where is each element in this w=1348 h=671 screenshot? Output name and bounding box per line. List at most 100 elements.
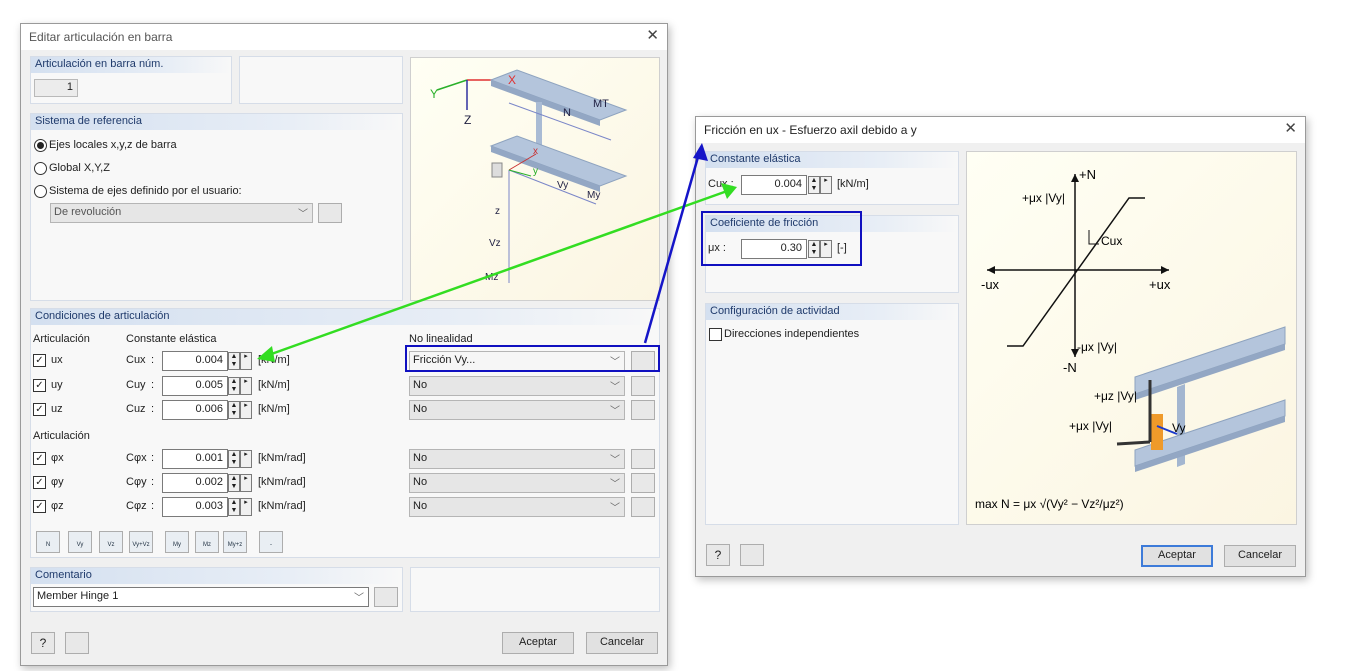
radio-global-axes[interactable] — [34, 162, 47, 175]
preset-VyVz-button[interactable]: Vy+Vz — [129, 531, 153, 553]
label-Mz: Mz — [485, 272, 498, 283]
check-ux[interactable]: ✓ — [33, 354, 46, 367]
preset-Vy-label: Vy — [76, 542, 84, 548]
nonlin-phix-combo[interactable]: No ﹀ — [409, 449, 625, 469]
check-uz[interactable]: ✓ — [33, 403, 46, 416]
label-phix: φx — [51, 452, 64, 464]
spring-uz-stepper[interactable]: ▲ ▼ — [228, 401, 240, 419]
ok-button[interactable]: Aceptar — [502, 632, 574, 654]
spring-ux-stepper[interactable]: ▲ ▼ — [228, 352, 240, 370]
preset-Mz-label: Mz — [203, 542, 211, 548]
hinge-number-panel: Articulación en barra núm. 1 — [30, 56, 232, 104]
mu-top-label: +μx |Vy| — [1022, 191, 1065, 205]
unit-phiz: [kNm/rad] — [258, 500, 306, 512]
hinge-number-field[interactable]: 1 — [34, 79, 78, 97]
friction-cancel-button[interactable]: Cancelar — [1224, 545, 1296, 567]
radio-local-axes[interactable] — [34, 139, 47, 152]
spring-phiy-input[interactable]: 0.002 — [162, 473, 228, 493]
nonlin-phiz-edit-button[interactable] — [631, 497, 655, 517]
col-hinge-label: Articulación — [33, 333, 90, 345]
colon: : — [151, 452, 155, 464]
friction-spring-stepper[interactable]: ▲ ▼ — [808, 176, 820, 194]
chevron-down-icon: ﹀ — [610, 479, 620, 490]
plusux-label: +ux — [1149, 277, 1171, 292]
comment-browse-button[interactable] — [374, 587, 398, 607]
label-Vz: Vz — [489, 238, 501, 249]
chevron-down-icon: ﹀ — [298, 209, 308, 220]
spring-uz-input[interactable]: 0.006 — [162, 400, 228, 420]
preset-My-label: My — [173, 542, 181, 548]
friction-title-bar: Fricción en ux - Esfuerzo axil debido a … — [696, 117, 1305, 143]
radio-user-axes[interactable] — [34, 185, 47, 198]
chevron-down-icon: ﹀ — [610, 406, 620, 417]
help-button[interactable]: ? — [31, 632, 55, 654]
spring-phix-arrow[interactable]: ▸ — [240, 450, 252, 468]
dialog-title: Editar articulación en barra — [29, 30, 173, 44]
user-axes-edit-button[interactable] — [318, 203, 342, 223]
spring-uy-arrow[interactable]: ▸ — [240, 377, 252, 395]
cancel-button[interactable]: Cancelar — [586, 632, 658, 654]
nonlin-phiy-combo[interactable]: No ﹀ — [409, 473, 625, 493]
close-icon[interactable]: ✕ — [1284, 121, 1297, 137]
preset-Vz-button[interactable]: Vz — [99, 531, 123, 553]
friction-ok-button[interactable]: Aceptar — [1141, 545, 1213, 567]
comment-blank-panel — [410, 567, 660, 612]
spring-uy-stepper[interactable]: ▲ ▼ — [228, 377, 240, 395]
check-phiz[interactable]: ✓ — [33, 500, 46, 513]
spring-phiy-stepper[interactable]: ▲ ▼ — [228, 474, 240, 492]
reference-system-panel: Sistema de referencia Ejes locales x,y,z… — [30, 113, 403, 301]
friction-help-button[interactable]: ? — [706, 544, 730, 566]
spring-phiz-arrow[interactable]: ▸ — [240, 498, 252, 516]
preset-My-button[interactable]: My — [165, 531, 189, 553]
nonlin-uz-edit-button[interactable] — [631, 400, 655, 420]
nonlin-phiz-combo[interactable]: No ﹀ — [409, 497, 625, 517]
spring-ux-input[interactable]: 0.004 — [162, 351, 228, 371]
plusN-label: +N — [1079, 167, 1096, 182]
friction-law-diagram: +N -N +ux -ux +μx |Vy| -μx |Vy| Cux +μz … — [966, 151, 1297, 525]
comment-combo[interactable]: Member Hinge 1 ﹀ — [33, 587, 369, 607]
check-phix[interactable]: ✓ — [33, 452, 46, 465]
label-phiy: φy — [51, 476, 64, 488]
nonlin-phiy-edit-button[interactable] — [631, 473, 655, 493]
unit-phiy: [kNm/rad] — [258, 476, 306, 488]
spring-phix-input[interactable]: 0.001 — [162, 449, 228, 469]
preset-VyVz-label: Vy+Vz — [132, 542, 150, 548]
units-button[interactable] — [65, 632, 89, 654]
unit-phix: [kNm/rad] — [258, 452, 306, 464]
nonlin-uz-combo[interactable]: No ﹀ — [409, 400, 625, 420]
check-uy[interactable]: ✓ — [33, 379, 46, 392]
spring-phiz-stepper[interactable]: ▲ ▼ — [228, 498, 240, 516]
independent-directions-checkbox[interactable] — [709, 328, 722, 341]
nonlin-phix-text: No — [413, 452, 428, 464]
friction-spring-input[interactable]: 0.004 — [741, 175, 807, 195]
friction-spring-arrow[interactable]: ▸ — [820, 176, 832, 194]
check-phiy[interactable]: ✓ — [33, 476, 46, 489]
nonlin-uy-edit-button[interactable] — [631, 376, 655, 396]
spring-phiy-arrow[interactable]: ▸ — [240, 474, 252, 492]
preset-Myz-button[interactable]: My+z — [223, 531, 247, 553]
preset-Vy-button[interactable]: Vy — [68, 531, 92, 553]
spring-ux-arrow[interactable]: ▸ — [240, 352, 252, 370]
friction-coef-highlight — [701, 211, 862, 266]
cux-label: Cux — [1101, 234, 1122, 248]
preset-N-button[interactable]: N — [36, 531, 60, 553]
spring-uy-input[interactable]: 0.005 — [162, 376, 228, 396]
user-axes-combo-text: De revolución — [54, 206, 122, 218]
muz-label: +μz |Vy| — [1094, 389, 1137, 403]
spring-phix-stepper[interactable]: ▲ ▼ — [228, 450, 240, 468]
label-x: x — [533, 146, 538, 157]
nonlin-uy-combo[interactable]: No ﹀ — [409, 376, 625, 396]
preset-Mz-button[interactable]: Mz — [195, 531, 219, 553]
preset-none-button[interactable]: - — [259, 531, 283, 553]
nonlin-ux-highlight — [405, 345, 660, 372]
user-axes-combo[interactable]: De revolución ﹀ — [50, 203, 313, 223]
nonlin-phix-edit-button[interactable] — [631, 449, 655, 469]
friction-diagram-svg: +N -N +ux -ux +μx |Vy| -μx |Vy| Cux +μz … — [975, 167, 1286, 511]
spring-phiz-input[interactable]: 0.003 — [162, 497, 228, 517]
const-cuz: Cuz — [126, 403, 146, 415]
close-icon[interactable]: ✕ — [646, 28, 659, 44]
rotation-hinge-label: Articulación — [33, 430, 90, 442]
friction-units-button[interactable] — [740, 544, 764, 566]
spring-phiy-value: 0.002 — [195, 476, 223, 488]
spring-uz-arrow[interactable]: ▸ — [240, 401, 252, 419]
